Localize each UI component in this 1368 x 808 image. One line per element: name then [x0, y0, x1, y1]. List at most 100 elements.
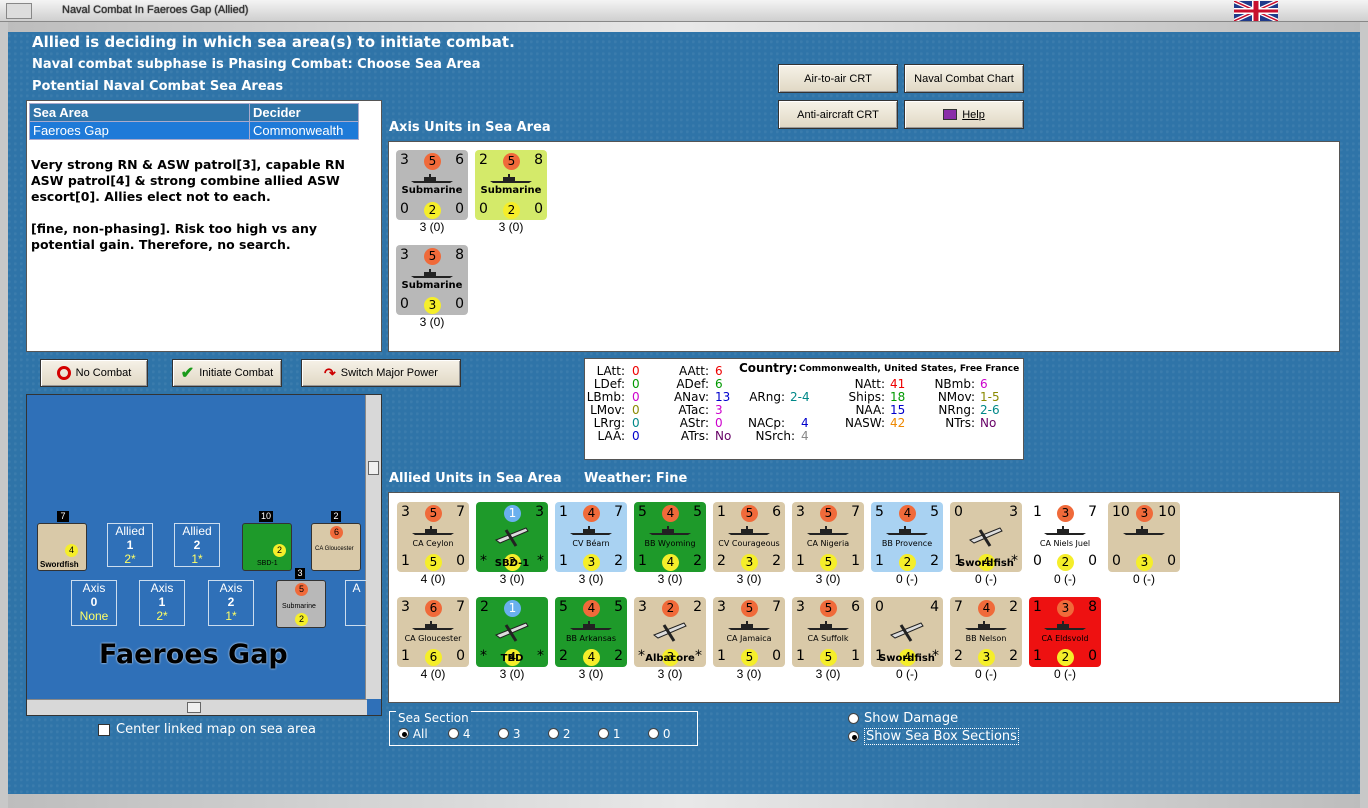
allied-unit-6[interactable]: 5 5 4 1 2 2 BB Provence 0 (-)	[871, 502, 943, 586]
map-vscroll-thumb[interactable]	[368, 461, 379, 475]
unit-counter[interactable]: 1 6 5 2 2 3 CV Courageous	[713, 502, 785, 572]
unit-bottom-right: 2	[614, 553, 623, 569]
allied-unit-11[interactable]: 2 1 * * 4 TBD 3 (0)	[476, 597, 548, 681]
unit-counter[interactable]: 10 10 3 0 0 3	[1108, 502, 1180, 572]
allied-unit-17[interactable]: 7 2 4 2 2 3 BB Nelson 0 (-)	[950, 597, 1022, 681]
sea-section-option-All[interactable]: All	[398, 727, 428, 741]
allied-unit-2[interactable]: 1 7 4 1 2 3 CV Béarn 3 (0)	[555, 502, 627, 586]
map-submarine-counter[interactable]: 5 Submarine 2	[276, 580, 326, 628]
unit-counter[interactable]: 7 2 4 2 2 3 BB Nelson	[950, 597, 1022, 667]
center-map-option[interactable]: Center linked map on sea area	[98, 722, 316, 737]
unit-counter[interactable]: 3 6 5 0 0 2 Submarine	[396, 150, 468, 220]
map-axis-box-1[interactable]: Axis 1 2*	[139, 580, 185, 626]
map-swordfish-counter[interactable]: 4 Swordfish	[37, 523, 87, 571]
sea-section-option-3[interactable]: 3	[498, 727, 520, 741]
map-axis-box-2[interactable]: Axis 2 1*	[208, 580, 254, 626]
unit-counter[interactable]: 1 7 4 1 2 3 CV Béarn	[555, 502, 627, 572]
map-sbd-counter[interactable]: 2 SBD-1	[242, 523, 292, 571]
unit-counter[interactable]: 0 4 1 * 4 Swordfish	[871, 597, 943, 667]
sea-section-radio[interactable]	[548, 728, 559, 739]
anti-aircraft-crt-button[interactable]: Anti-aircraft CRT	[778, 100, 898, 129]
col-decider[interactable]: Decider	[249, 103, 359, 122]
table-row[interactable]: Faeroes Gap Commonwealth	[29, 121, 359, 140]
col-sea-area[interactable]: Sea Area	[29, 103, 250, 122]
unit-counter[interactable]: 3 8 5 0 0 3 Submarine	[396, 245, 468, 315]
allied-unit-14[interactable]: 3 7 5 1 0 5 CA Jamaica 3 (0)	[713, 597, 785, 681]
unit-counter[interactable]: 5 5 4 1 2 2 BB Provence	[871, 502, 943, 572]
sea-section-radio[interactable]	[448, 728, 459, 739]
axis-unit-0[interactable]: 3 6 5 0 0 2 Submarine 3 (0)	[396, 150, 468, 234]
unit-bottom-mid: 2	[424, 202, 441, 219]
sea-section-option-2[interactable]: 2	[548, 727, 570, 741]
show-damage-radio[interactable]	[848, 713, 859, 724]
map-allied-box-2[interactable]: Allied 2 1*	[174, 523, 220, 567]
no-combat-button[interactable]: No Combat	[40, 359, 148, 387]
allied-unit-18[interactable]: 1 8 3 1 0 2 CA Eldsvold 0 (-)	[1029, 597, 1101, 681]
unit-counter[interactable]: 1 7 3 0 0 2 CA Niels Juel	[1029, 502, 1101, 572]
map-vertical-scrollbar[interactable]	[365, 395, 381, 699]
cell-decider[interactable]: Commonwealth	[249, 121, 359, 140]
switch-major-power-button[interactable]: ↷ Switch Major Power	[301, 359, 461, 387]
ai-notes: Very strong RN & ASW patrol[3], capable …	[31, 157, 377, 253]
unit-counter[interactable]: 1 8 3 1 0 2 CA Eldsvold	[1029, 597, 1101, 667]
allied-unit-9[interactable]: 10 10 3 0 0 3 0 (-)	[1108, 502, 1180, 586]
map-gloucester-counter[interactable]: 6 CA Gloucester	[311, 523, 361, 571]
unit-counter[interactable]: 2 8 5 0 0 2 Submarine	[475, 150, 547, 220]
show-sections-radio[interactable]	[848, 731, 859, 742]
naval-combat-chart-button[interactable]: Naval Combat Chart	[904, 64, 1024, 93]
unit-counter[interactable]: 3 2 2 * * 3 Albacore	[634, 597, 706, 667]
unit-counter[interactable]: 3 7 6 1 0 6 CA Gloucester	[397, 597, 469, 667]
unit-counter[interactable]: 3 1 * * 2 SBD-1	[476, 502, 548, 572]
sea-section-option-4[interactable]: 4	[448, 727, 470, 741]
unit-counter[interactable]: 3 6 5 1 1 5 CA Suffolk	[792, 597, 864, 667]
cell-sea-area[interactable]: Faeroes Gap	[29, 121, 250, 140]
unit-bottom-right: 0	[772, 648, 781, 664]
show-damage-option[interactable]: Show Damage	[848, 711, 958, 726]
axis-2-val: 1*	[225, 609, 237, 623]
sea-section-radio[interactable]	[498, 728, 509, 739]
sea-section-radio[interactable]	[648, 728, 659, 739]
map-axis-box-3[interactable]: A	[345, 580, 367, 626]
allied-unit-10[interactable]: 3 7 6 1 0 6 CA Gloucester 4 (0)	[397, 597, 469, 681]
help-button[interactable]: Help	[904, 100, 1024, 129]
allied-unit-3[interactable]: 5 5 4 1 2 4 BB Wyoming 3 (0)	[634, 502, 706, 586]
unit-top-right: 5	[693, 504, 702, 520]
map-axis-box-0[interactable]: Axis 0 None	[71, 580, 117, 626]
allied-unit-7[interactable]: 0 3 1 * 4 Swordfish 0 (-)	[950, 502, 1022, 586]
unit-counter[interactable]: 2 1 * * 4 TBD	[476, 597, 548, 667]
center-map-checkbox[interactable]	[98, 723, 110, 736]
map-horizontal-scrollbar[interactable]	[27, 699, 367, 715]
allied-unit-13[interactable]: 3 2 2 * * 3 Albacore 3 (0)	[634, 597, 706, 681]
unit-counter[interactable]: 3 7 5 1 1 5 CA Nigeria	[792, 502, 864, 572]
axis-unit-2[interactable]: 3 8 5 0 0 3 Submarine 3 (0)	[396, 245, 468, 329]
unit-counter[interactable]: 0 3 1 * 4 Swordfish	[950, 502, 1022, 572]
map-hscroll-thumb[interactable]	[187, 702, 201, 713]
air-to-air-crt-button[interactable]: Air-to-air CRT	[778, 64, 898, 93]
unit-top-mid: 4	[662, 505, 679, 522]
allied-unit-8[interactable]: 1 7 3 0 0 2 CA Niels Juel 0 (-)	[1029, 502, 1101, 586]
unit-counter[interactable]: 5 5 4 2 2 4 BB Arkansas	[555, 597, 627, 667]
show-sections-option[interactable]: Show Sea Box Sections	[848, 728, 1019, 745]
unit-counter[interactable]: 3 7 5 1 0 5 CA Ceylon	[397, 502, 469, 572]
unit-counter[interactable]: 3 7 5 1 0 5 CA Jamaica	[713, 597, 785, 667]
sea-section-option-0[interactable]: 0	[648, 727, 670, 741]
allied-unit-4[interactable]: 1 6 5 2 2 3 CV Courageous 3 (0)	[713, 502, 785, 586]
allied-unit-0[interactable]: 3 7 5 1 0 5 CA Ceylon 4 (0)	[397, 502, 469, 586]
allied-unit-5[interactable]: 3 7 5 1 1 5 CA Nigeria 3 (0)	[792, 502, 864, 586]
map-allied-box-1[interactable]: Allied 1 2*	[107, 523, 153, 567]
sea-section-option-1[interactable]: 1	[598, 727, 620, 741]
sea-section-radio[interactable]	[398, 728, 409, 739]
allied-unit-1[interactable]: 3 1 * * 2 SBD-1 3 (0)	[476, 502, 548, 586]
sea-section-option-label: All	[412, 727, 428, 741]
sea-section-radio[interactable]	[598, 728, 609, 739]
system-menu-button[interactable]	[6, 3, 32, 19]
allied-unit-15[interactable]: 3 6 5 1 1 5 CA Suffolk 3 (0)	[792, 597, 864, 681]
unit-top-mid: 3	[1136, 505, 1153, 522]
unit-bottom-left: 1	[638, 553, 647, 569]
axis-unit-1[interactable]: 2 8 5 0 0 2 Submarine 3 (0)	[475, 150, 547, 234]
allied-unit-16[interactable]: 0 4 1 * 4 Swordfish 0 (-)	[871, 597, 943, 681]
sea-area-map[interactable]: 4 Swordfish 7 Allied 1 2* Allied 2 1* 2 …	[26, 394, 382, 716]
allied-unit-12[interactable]: 5 5 4 2 2 4 BB Arkansas 3 (0)	[555, 597, 627, 681]
unit-counter[interactable]: 5 5 4 1 2 4 BB Wyoming	[634, 502, 706, 572]
initiate-combat-button[interactable]: ✔ Initiate Combat	[172, 359, 282, 387]
